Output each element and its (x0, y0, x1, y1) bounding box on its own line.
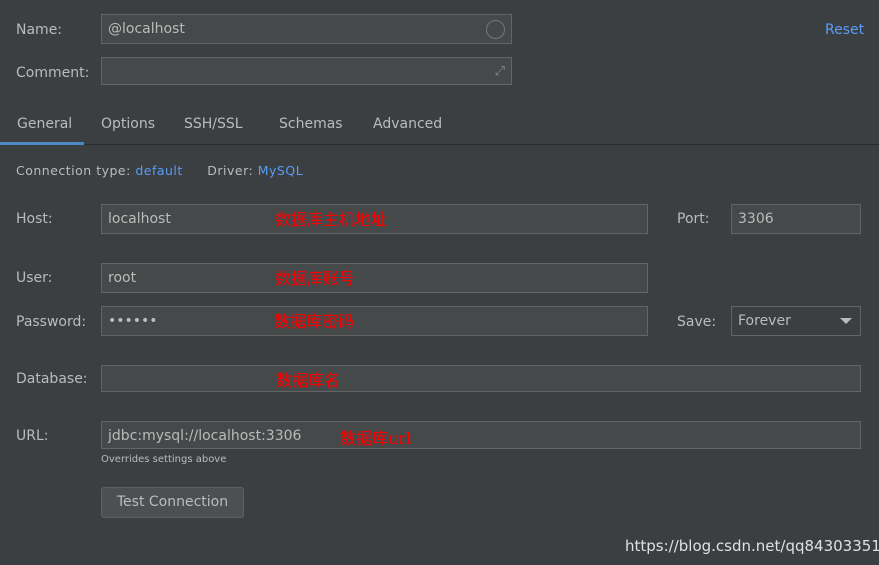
url-hint: Overrides settings above (101, 454, 227, 465)
password-input[interactable]: •••••• (101, 306, 648, 336)
tab-options[interactable]: Options (101, 116, 155, 132)
user-label: User: (16, 270, 53, 286)
host-annotation: 数据库主机地址 (275, 210, 388, 229)
tab-ssh-ssl[interactable]: SSH/SSL (184, 116, 243, 132)
tab-divider (0, 144, 879, 145)
comment-input[interactable]: ⤢ (101, 57, 512, 85)
name-label: Name: (16, 22, 63, 38)
save-label: Save: (677, 314, 717, 330)
name-input[interactable]: @localhost (101, 14, 512, 44)
port-input[interactable]: 3306 (731, 204, 861, 234)
port-label: Port: (677, 211, 710, 227)
chevron-down-icon (840, 318, 852, 324)
password-value: •••••• (108, 313, 158, 329)
test-connection-button[interactable]: Test Connection (101, 487, 244, 518)
tab-schemas[interactable]: Schemas (279, 116, 343, 132)
database-label: Database: (16, 371, 88, 387)
password-label: Password: (16, 314, 87, 330)
connection-info: Connection type: default Driver: MySQL (16, 163, 303, 178)
database-annotation: 数据库名 (276, 371, 341, 390)
name-value: @localhost (108, 21, 185, 37)
user-annotation: 数据库账号 (275, 269, 356, 288)
user-value: root (108, 270, 137, 286)
connection-type-link[interactable]: default (135, 163, 182, 178)
url-input[interactable]: jdbc:mysql://localhost:3306 (101, 421, 861, 449)
driver-label: Driver: (207, 163, 254, 178)
driver-link[interactable]: MySQL (258, 163, 303, 178)
active-tab-indicator (0, 142, 84, 145)
save-value: Forever (738, 313, 791, 329)
host-value: localhost (108, 211, 171, 227)
url-value: jdbc:mysql://localhost:3306 (108, 428, 302, 444)
watermark: https://blog.csdn.net/qq843033514 (625, 537, 879, 555)
connection-type-label: Connection type: (16, 163, 131, 178)
reset-link[interactable]: Reset (825, 22, 864, 38)
password-annotation: 数据库密码 (274, 312, 355, 331)
save-select[interactable]: Forever (731, 306, 861, 336)
comment-label: Comment: (16, 65, 90, 81)
host-label: Host: (16, 211, 53, 227)
tab-advanced[interactable]: Advanced (373, 116, 442, 132)
color-circle-icon[interactable] (486, 20, 505, 39)
port-value: 3306 (738, 211, 774, 227)
expand-icon[interactable]: ⤢ (495, 58, 505, 86)
url-label: URL: (16, 428, 49, 444)
database-input[interactable] (101, 365, 861, 392)
user-input[interactable]: root (101, 263, 648, 293)
url-annotation: 数据库url (340, 429, 412, 448)
tab-general[interactable]: General (17, 116, 72, 132)
